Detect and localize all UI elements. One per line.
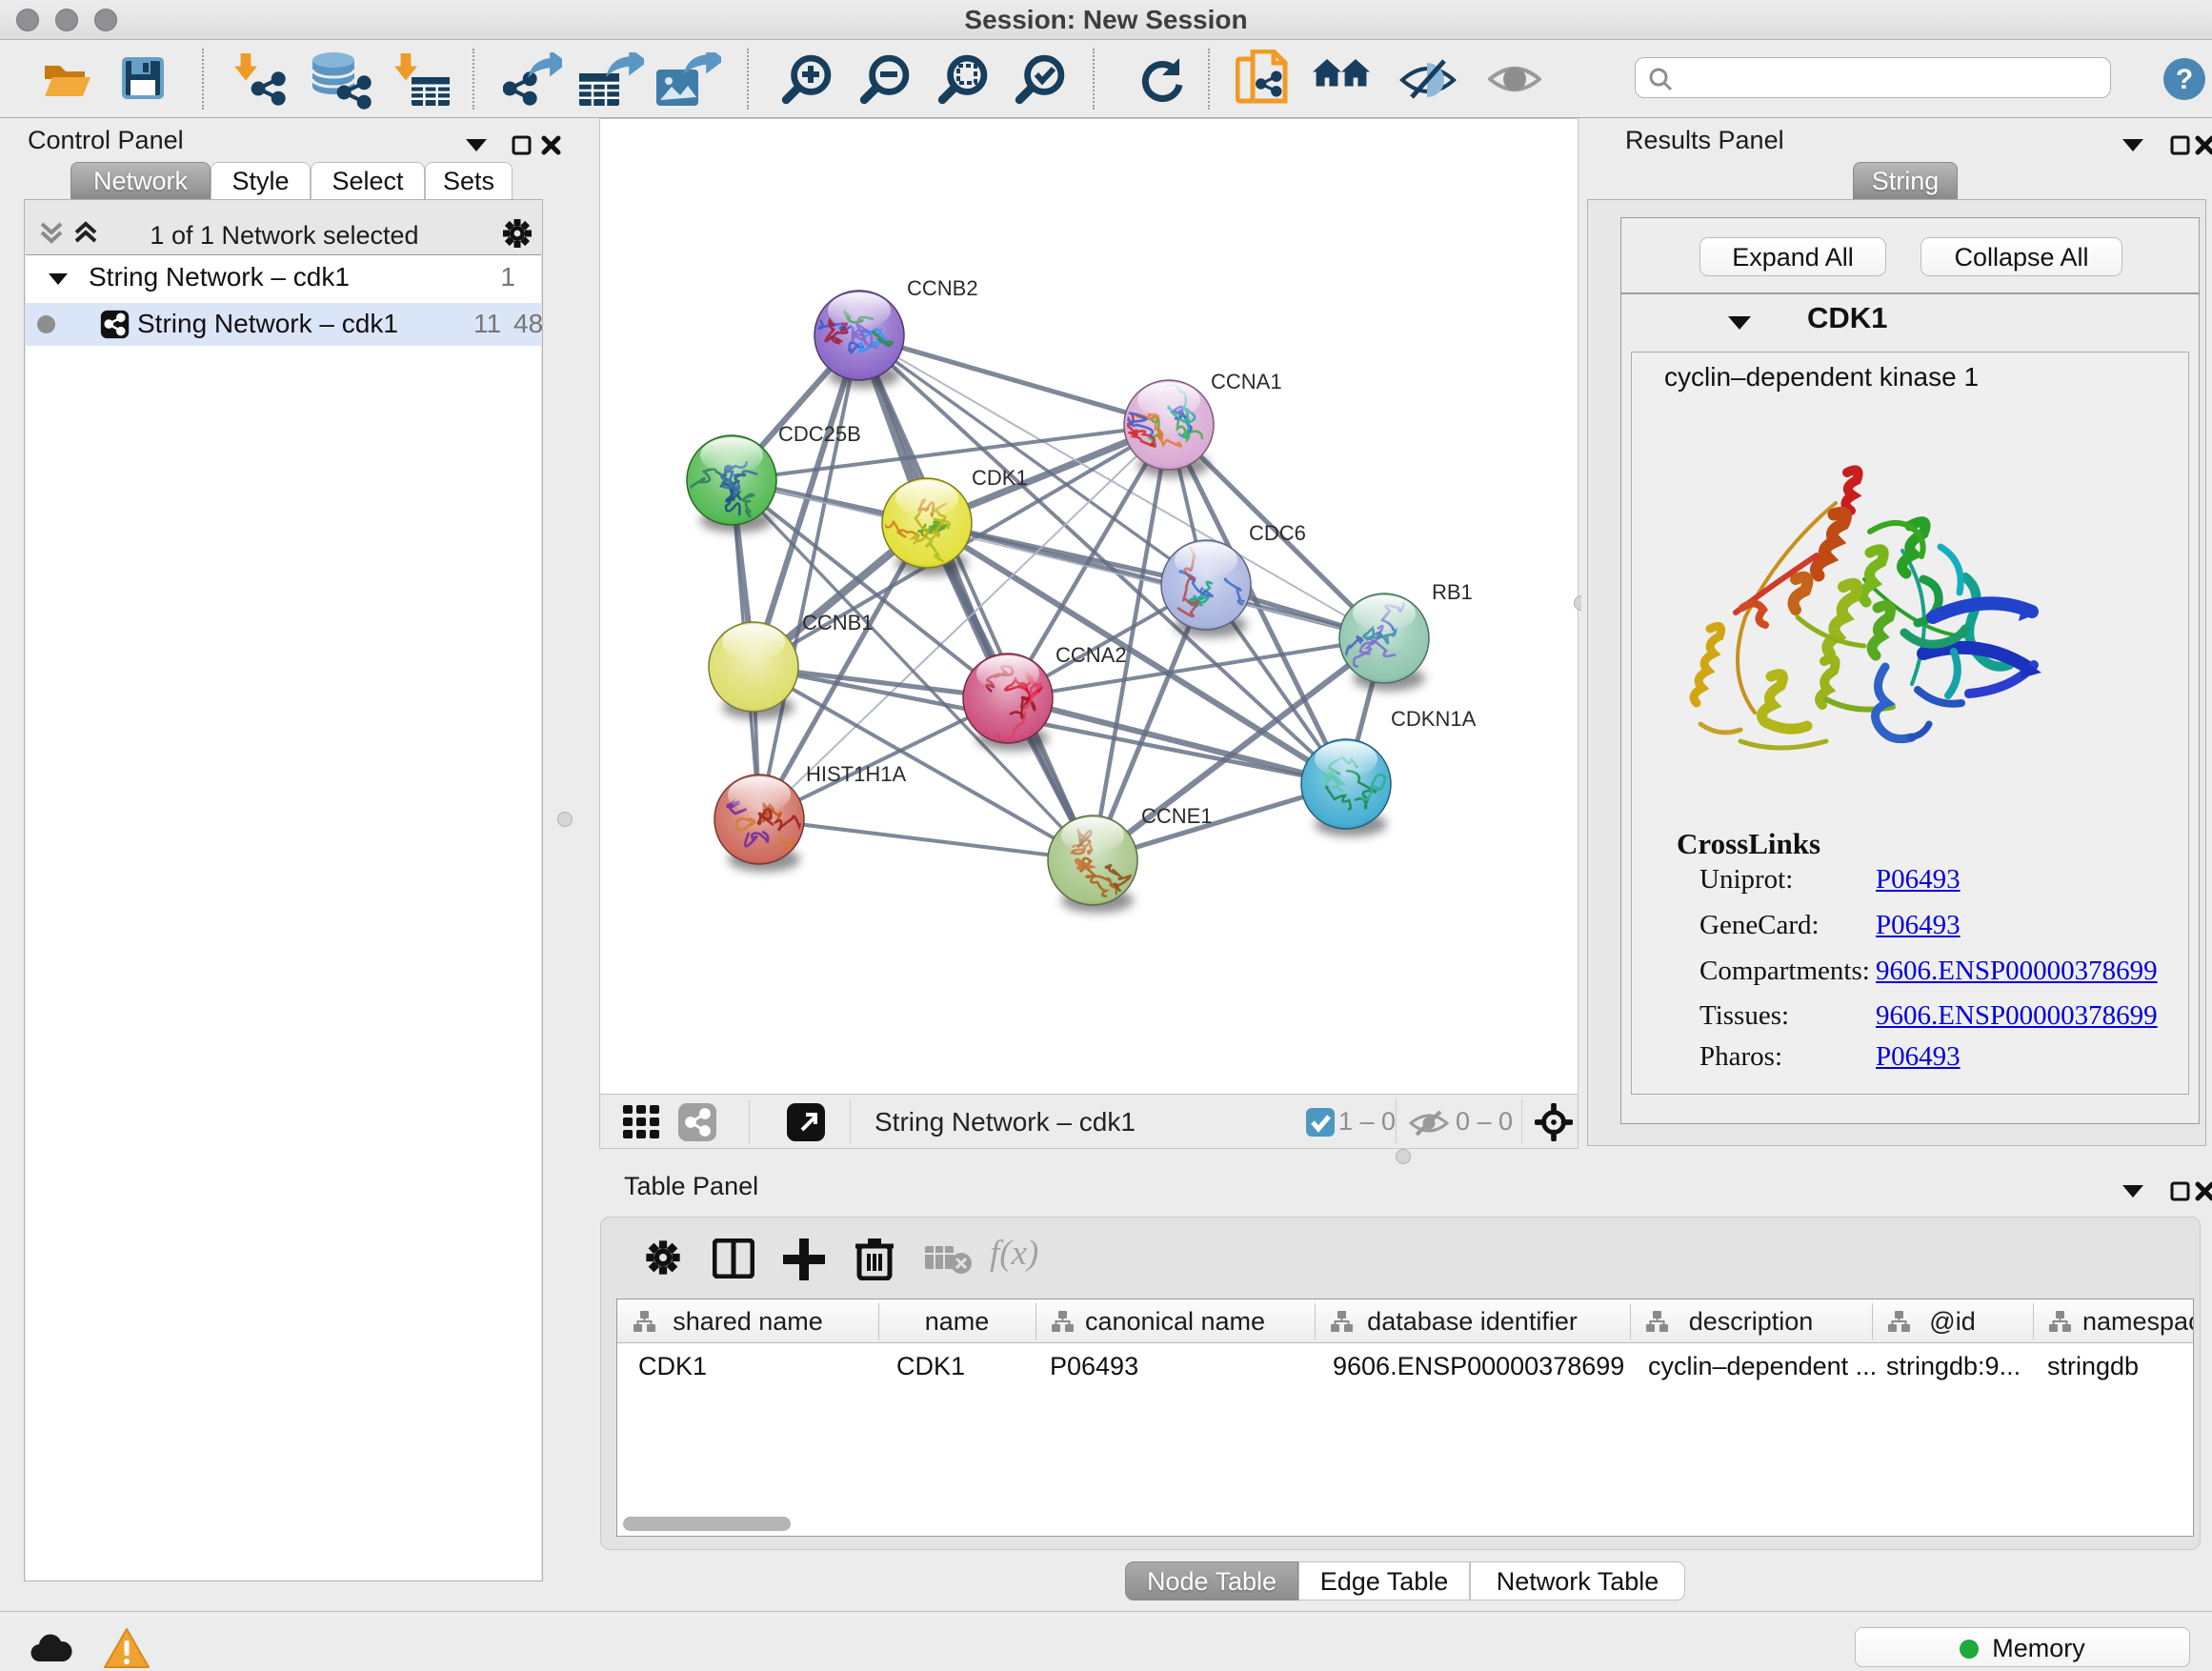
svg-text:CDC6: CDC6	[1249, 521, 1306, 545]
svg-text:HIST1H1A: HIST1H1A	[806, 762, 906, 786]
svg-text:CCNB2: CCNB2	[907, 276, 978, 300]
svg-text:CCNB1: CCNB1	[802, 611, 874, 634]
svg-text:CCNA2: CCNA2	[1056, 643, 1127, 667]
svg-text:CCNE1: CCNE1	[1141, 804, 1213, 828]
svg-text:RB1: RB1	[1432, 580, 1473, 604]
svg-text:CDC25B: CDC25B	[778, 422, 861, 446]
svg-text:CDK1: CDK1	[972, 466, 1028, 490]
svg-text:?: ?	[2176, 64, 2193, 95]
svg-text:CDKN1A: CDKN1A	[1391, 707, 1477, 731]
svg-text:CCNA1: CCNA1	[1211, 370, 1282, 393]
